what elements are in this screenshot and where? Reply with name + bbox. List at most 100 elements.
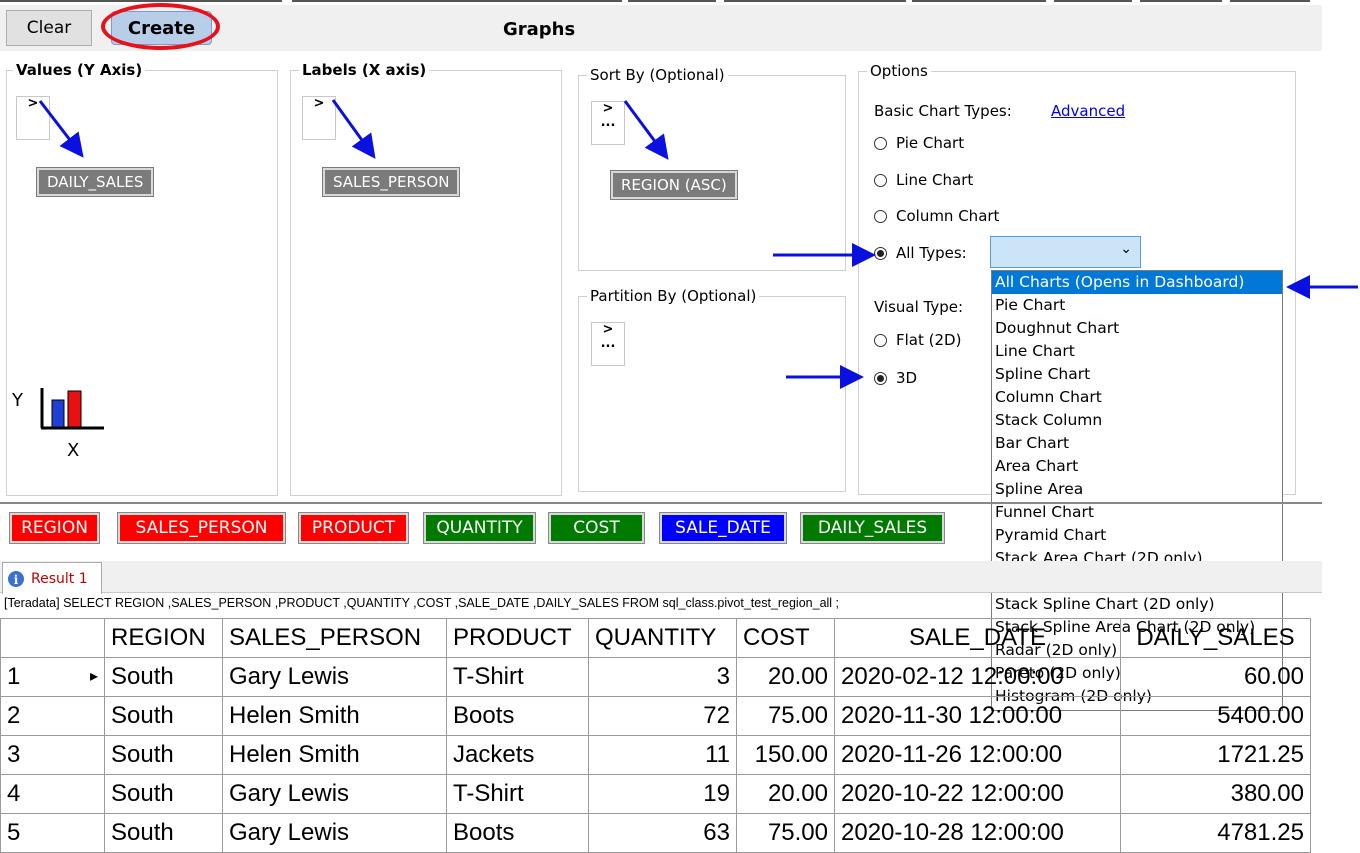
grid-header-cost[interactable]: COST — [736, 618, 835, 658]
dropdown-item[interactable]: Column Chart — [992, 386, 1282, 409]
all-types-combobox[interactable]: ⌄ — [990, 236, 1141, 268]
more-icon: ... — [600, 336, 616, 351]
grid-header-daily-sales[interactable]: DAILY_SALES — [1120, 618, 1311, 658]
table-cell[interactable]: 2020-10-22 12:00:00 — [834, 774, 1121, 814]
table-cell[interactable]: South — [104, 735, 223, 775]
table-cell[interactable]: South — [104, 774, 223, 814]
dropdown-item[interactable]: Stack Spline Chart (2D only) — [992, 593, 1282, 616]
radio-all-types[interactable]: All Types: — [874, 244, 967, 262]
table-cell[interactable]: 75.00 — [736, 813, 835, 853]
values-field-chip[interactable]: DAILY_SALES — [35, 167, 155, 197]
dropdown-item[interactable]: Line Chart — [992, 340, 1282, 363]
dropdown-item[interactable]: Pyramid Chart — [992, 524, 1282, 547]
dropdown-item[interactable]: Area Chart — [992, 455, 1282, 478]
table-cell[interactable]: 4781.25 — [1120, 813, 1311, 853]
table-cell[interactable]: 2020-02-12 12:00:00 — [834, 657, 1121, 697]
column-chip-product[interactable]: PRODUCT — [298, 512, 409, 544]
table-cell[interactable]: 75.00 — [736, 696, 835, 736]
dropdown-item[interactable]: Stack Column — [992, 409, 1282, 432]
row-number-cell[interactable]: 2 — [0, 696, 105, 736]
table-cell[interactable]: T-Shirt — [446, 657, 589, 697]
table-row[interactable]: 1 ▸ South Gary Lewis T-Shirt 3 20.00 2020-02-12… — [0, 657, 1311, 697]
labels-drop-target[interactable]: > — [302, 96, 336, 140]
clear-button[interactable]: Clear — [6, 10, 92, 46]
column-chip-region[interactable]: REGION — [9, 512, 100, 544]
dropdown-item[interactable]: Funnel Chart — [992, 501, 1282, 524]
labels-field-chip[interactable]: SALES_PERSON — [321, 167, 461, 197]
row-number-cell[interactable]: 5 — [0, 813, 105, 853]
advanced-link[interactable]: Advanced — [1051, 102, 1125, 120]
table-cell[interactable]: Gary Lewis — [222, 774, 447, 814]
partition-by-drop-target[interactable]: >... — [591, 322, 625, 366]
table-cell[interactable]: Gary Lewis — [222, 813, 447, 853]
dropdown-item[interactable]: Bar Chart — [992, 432, 1282, 455]
column-chip-cost[interactable]: COST — [548, 512, 645, 544]
radio-circle-icon — [874, 209, 887, 223]
table-row[interactable]: 2 South Helen Smith Boots 72 75.00 2020-11-30 … — [0, 696, 1311, 736]
table-cell[interactable]: Helen Smith — [222, 696, 447, 736]
table-cell[interactable]: 20.00 — [736, 774, 835, 814]
table-cell[interactable]: 2020-11-26 12:00:00 — [834, 735, 1121, 775]
table-cell[interactable]: 20.00 — [736, 657, 835, 697]
grid-header-sale-date[interactable]: SALE_DATE — [834, 618, 1121, 658]
table-cell[interactable]: Jackets — [446, 735, 589, 775]
table-cell[interactable]: 72 — [588, 696, 737, 736]
table-cell[interactable]: South — [104, 657, 223, 697]
dropdown-item[interactable]: Spline Area — [992, 478, 1282, 501]
result-tab[interactable]: i Result 1 — [2, 562, 102, 594]
radio-label: All Types: — [896, 244, 967, 262]
bar-chart-icon — [40, 388, 104, 430]
radio-pie-chart[interactable]: Pie Chart — [874, 134, 964, 152]
grid-header-rownum — [0, 618, 105, 658]
options-legend: Options — [867, 62, 931, 80]
table-cell[interactable]: 150.00 — [736, 735, 835, 775]
grid-header-sales-person[interactable]: SALES_PERSON — [222, 618, 447, 658]
table-cell[interactable]: Helen Smith — [222, 735, 447, 775]
sort-by-group: Sort By (Optional) >... REGION (ASC) — [578, 66, 846, 271]
dropdown-item[interactable]: Doughnut Chart — [992, 317, 1282, 340]
table-row[interactable]: 5 South Gary Lewis Boots 63 75.00 2020-10-28 1… — [0, 813, 1311, 853]
grid-header-region[interactable]: REGION — [104, 618, 223, 658]
table-cell[interactable]: T-Shirt — [446, 774, 589, 814]
table-cell[interactable]: 19 — [588, 774, 737, 814]
column-chip-sale-date[interactable]: SALE_DATE — [659, 512, 787, 544]
chevron-right-icon: > — [313, 96, 325, 111]
sort-by-field-chip[interactable]: REGION (ASC) — [610, 170, 738, 200]
splitter[interactable] — [0, 502, 1322, 504]
table-cell[interactable]: 5400.00 — [1120, 696, 1311, 736]
column-chip-quantity[interactable]: QUANTITY — [423, 512, 536, 544]
dropdown-item[interactable]: Spline Chart — [992, 363, 1282, 386]
radio-column-chart[interactable]: Column Chart — [874, 207, 999, 225]
column-chip-sales-person[interactable]: SALES_PERSON — [117, 512, 286, 544]
table-cell[interactable]: Gary Lewis — [222, 657, 447, 697]
row-number-cell[interactable]: 3 — [0, 735, 105, 775]
table-cell[interactable]: 2020-10-28 12:00:00 — [834, 813, 1121, 853]
dropdown-item[interactable]: Pie Chart — [992, 294, 1282, 317]
grid-header-product[interactable]: PRODUCT — [446, 618, 589, 658]
radio-flat-2d[interactable]: Flat (2D) — [874, 331, 961, 349]
grid-header-quantity[interactable]: QUANTITY — [588, 618, 737, 658]
table-row[interactable]: 3 South Helen Smith Jackets 11 150.00 2020-11-… — [0, 735, 1311, 775]
table-cell[interactable]: 3 — [588, 657, 737, 697]
table-cell[interactable]: South — [104, 813, 223, 853]
values-drop-target[interactable]: > — [16, 96, 50, 140]
dropdown-item[interactable]: All Charts (Opens in Dashboard) — [992, 271, 1282, 294]
table-row[interactable]: 4 South Gary Lewis T-Shirt 19 20.00 2020-10-22… — [0, 774, 1311, 814]
table-cell[interactable]: Boots — [446, 696, 589, 736]
table-cell[interactable]: Boots — [446, 813, 589, 853]
grid-header-row: REGION SALES_PERSON PRODUCT QUANTITY COS… — [0, 618, 1311, 658]
row-number-cell[interactable]: 1 ▸ — [0, 657, 105, 697]
table-cell[interactable]: 60.00 — [1120, 657, 1311, 697]
row-number-cell[interactable]: 4 — [0, 774, 105, 814]
chevron-down-icon: ⌄ — [1120, 241, 1132, 257]
sort-by-drop-target[interactable]: >... — [591, 101, 625, 145]
column-chip-daily-sales[interactable]: DAILY_SALES — [800, 512, 945, 544]
radio-line-chart[interactable]: Line Chart — [874, 171, 973, 189]
table-cell[interactable]: 380.00 — [1120, 774, 1311, 814]
table-cell[interactable]: South — [104, 696, 223, 736]
radio-3d[interactable]: 3D — [874, 369, 917, 387]
table-cell[interactable]: 1721.25 — [1120, 735, 1311, 775]
table-cell[interactable]: 2020-11-30 12:00:00 — [834, 696, 1121, 736]
table-cell[interactable]: 63 — [588, 813, 737, 853]
table-cell[interactable]: 11 — [588, 735, 737, 775]
